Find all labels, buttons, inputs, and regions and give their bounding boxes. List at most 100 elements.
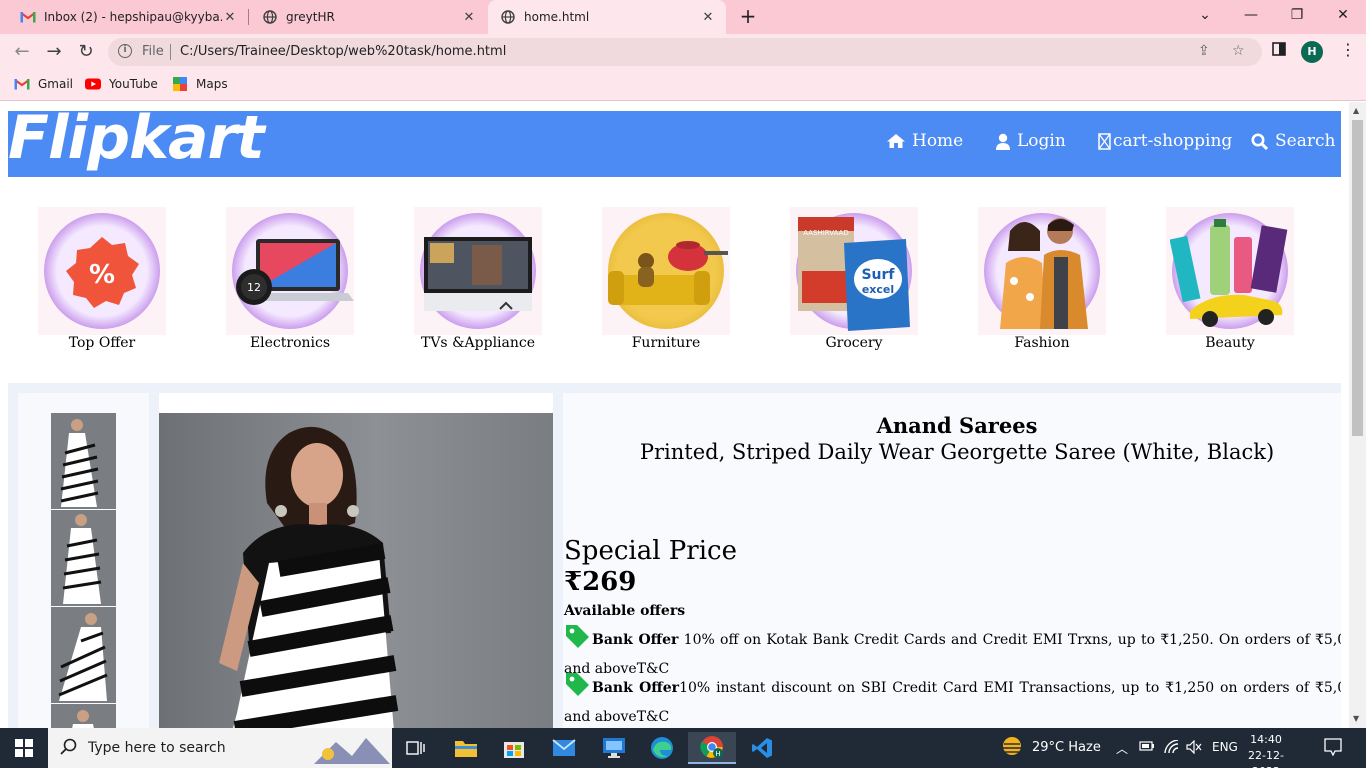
user-icon (995, 133, 1011, 150)
available-offers-heading: Available offers (564, 603, 686, 619)
offer-type: Bank Offer (592, 680, 680, 696)
category-fashion[interactable]: Fashion (978, 207, 1106, 351)
svg-text:excel: excel (862, 283, 894, 296)
maps-icon (172, 77, 188, 91)
product-thumbnail[interactable] (51, 704, 116, 728)
nav-cart[interactable]: cart-shopping (1098, 131, 1232, 151)
category-electronics[interactable]: 12 Electronics (226, 207, 354, 351)
remote-desktop-icon[interactable] (590, 732, 638, 764)
product-brand: Anand Sarees (876, 413, 1038, 438)
nav-label: Home (912, 131, 964, 151)
offer-tag-icon (564, 623, 590, 657)
tab-title: home.html (524, 10, 590, 24)
page-scrollbar[interactable]: ▲ ▼ (1349, 102, 1366, 728)
beauty-products-icon (1166, 207, 1294, 335)
saree-photo (159, 413, 553, 728)
category-label: Fashion (1014, 335, 1070, 351)
mail-icon[interactable] (540, 732, 588, 764)
category-label: Grocery (825, 335, 883, 351)
wifi-icon[interactable] (1164, 739, 1180, 757)
chevron-up-icon[interactable]: ︿ (1116, 740, 1128, 757)
category-label: TVs &Appliance (420, 335, 536, 351)
product-thumbnail[interactable] (51, 510, 116, 606)
tab-greythr[interactable]: greytHR ✕ (250, 0, 487, 34)
nav-login[interactable]: Login (995, 131, 1066, 151)
category-tvs-appliance[interactable]: TVs &Appliance (414, 207, 542, 351)
battery-icon[interactable] (1139, 740, 1155, 755)
bookmark-maps[interactable]: Maps (172, 77, 228, 91)
category-beauty[interactable]: Beauty (1166, 207, 1294, 351)
bookmark-youtube[interactable]: YouTube (85, 77, 158, 91)
weather-text[interactable]: 29°C Haze (1032, 740, 1101, 755)
task-view-icon[interactable] (392, 732, 440, 764)
category-label: Electronics (249, 335, 331, 351)
youtube-icon (85, 77, 101, 91)
nav-home[interactable]: Home (886, 131, 963, 151)
share-icon[interactable]: ⇪ (1198, 43, 1210, 59)
taskbar-clock[interactable]: 14:40 22-12-2022 (1244, 732, 1288, 768)
url-text[interactable]: C:/Users/Trainee/Desktop/web%20task/home… (180, 44, 506, 59)
restore-button[interactable]: ❐ (1274, 0, 1320, 30)
category-furniture[interactable]: Furniture (602, 207, 730, 351)
scheme-label: File (142, 44, 164, 59)
bookmark-label: YouTube (109, 77, 158, 91)
vscode-icon[interactable] (738, 732, 786, 764)
windows-taskbar: Type here to search H 29°C Haze ︿ ENG 14… (0, 728, 1366, 768)
category-label: Beauty (1205, 335, 1255, 351)
microsoft-store-icon[interactable] (490, 732, 538, 764)
volume-muted-icon[interactable] (1186, 739, 1202, 757)
weather-sun-icon[interactable] (1000, 736, 1024, 761)
tab-close-icon[interactable]: ✕ (700, 10, 716, 25)
edge-browser-icon[interactable] (638, 732, 686, 764)
side-panel-icon[interactable] (1272, 42, 1286, 60)
back-arrow-icon[interactable]: ← (8, 38, 36, 66)
bookmark-gmail[interactable]: Gmail (14, 77, 73, 91)
svg-text:12: 12 (247, 281, 261, 294)
tab-close-icon[interactable]: ✕ (461, 10, 477, 25)
tv-icon (414, 207, 542, 335)
category-top-offer[interactable]: % Top Offer (38, 207, 166, 351)
tab-title: Inbox (2) - hepshipau@kyyba.com (44, 10, 222, 24)
bookmarks-bar: Gmail YouTube Maps (0, 70, 1366, 101)
windows-start-icon[interactable] (0, 728, 48, 768)
offer-badge-icon: % (38, 207, 166, 335)
nav-search[interactable]: Search (1251, 131, 1335, 151)
offer-type: Bank Offer (592, 632, 679, 648)
laptop-icon: 12 (226, 207, 354, 335)
nav-label: cart-shopping (1113, 131, 1233, 151)
language-indicator[interactable]: ENG (1212, 740, 1238, 754)
taskbar-search-box[interactable]: Type here to search (48, 728, 392, 768)
tab-search-chevron-icon[interactable]: ⌄ (1182, 0, 1228, 30)
category-grocery[interactable]: AASHIRVAAD Surf excel Grocery (790, 207, 918, 351)
clock-date: 22-12-2022 (1248, 749, 1284, 768)
tab-close-icon[interactable]: ✕ (222, 10, 238, 25)
close-window-button[interactable]: ✕ (1320, 0, 1366, 30)
scrollbar-thumb[interactable] (1352, 120, 1363, 436)
minimize-button[interactable]: — (1228, 0, 1274, 30)
profile-avatar[interactable]: H (1301, 41, 1323, 63)
product-thumbnail[interactable] (51, 607, 116, 703)
scroll-down-arrow-icon[interactable]: ▼ (1353, 714, 1359, 723)
gmail-icon (14, 77, 30, 91)
site-info-icon[interactable]: i (118, 44, 132, 58)
menu-kebab-icon[interactable]: ⋮ (1340, 40, 1356, 59)
main-product-image[interactable] (159, 393, 553, 728)
product-thumbnail[interactable] (51, 413, 116, 509)
tab-separator (248, 9, 249, 25)
fashion-models-icon (978, 207, 1106, 335)
product-price: ₹269 (564, 567, 637, 597)
file-explorer-icon[interactable] (442, 732, 490, 764)
new-tab-button[interactable]: + (736, 5, 760, 29)
globe-icon (262, 9, 278, 25)
notification-icon[interactable] (1324, 738, 1342, 759)
chrome-browser-icon[interactable]: H (688, 732, 736, 764)
forward-arrow-icon[interactable]: → (40, 38, 68, 66)
tab-home-html[interactable]: home.html ✕ (488, 0, 726, 34)
bookmark-star-icon[interactable]: ☆ (1232, 43, 1245, 59)
flipkart-logo[interactable]: Flipkart (8, 103, 265, 173)
svg-text:%: % (89, 260, 115, 290)
scroll-up-arrow-icon[interactable]: ▲ (1353, 106, 1359, 115)
reload-icon[interactable]: ↻ (72, 38, 100, 66)
address-bar[interactable]: i File C:/Users/Trainee/Desktop/web%20ta… (108, 38, 1262, 66)
tab-gmail-inbox[interactable]: Inbox (2) - hepshipau@kyyba.com ✕ (8, 0, 248, 34)
